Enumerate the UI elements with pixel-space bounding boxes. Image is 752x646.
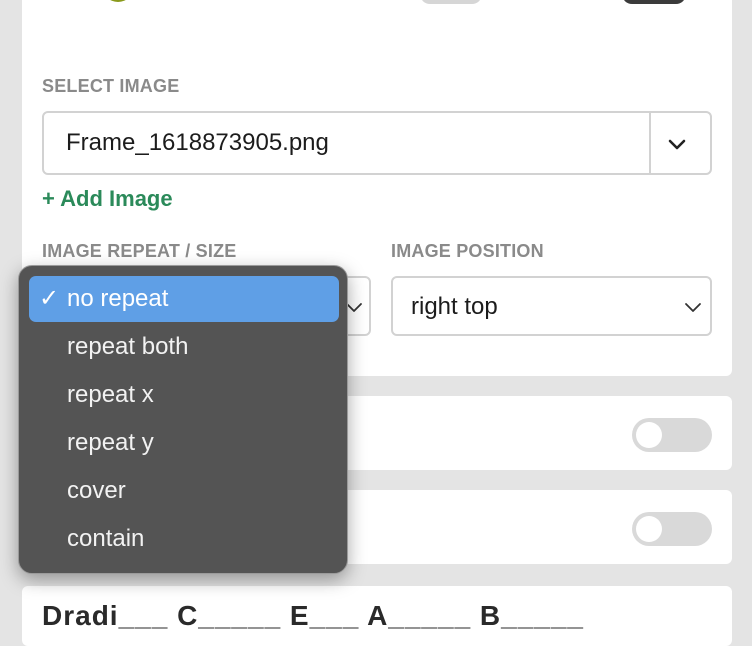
menu-item-label: repeat y	[67, 429, 154, 456]
image-select-value: Frame_1618873905.png	[66, 129, 329, 156]
chevron-down-icon	[685, 303, 701, 312]
image-position-label: IMAGE POSITION	[391, 241, 544, 261]
menu-item-label: repeat both	[67, 333, 189, 360]
image-select[interactable]: Frame_1618873905.png	[42, 111, 712, 175]
chevron-down-icon[interactable]	[666, 133, 688, 155]
menu-item-no-repeat[interactable]: ✓ no repeat	[29, 276, 339, 322]
select-divider	[649, 113, 651, 173]
setting-row-title: Dradi___ C_____ E___ A_____ B_____	[42, 600, 585, 631]
select-image-label: SELECT IMAGE	[42, 76, 180, 96]
menu-item-label: repeat x	[67, 381, 154, 408]
menu-item-label: no repeat	[67, 285, 169, 312]
menu-item-contain[interactable]: contain	[29, 516, 339, 562]
menu-item-repeat-both[interactable]: repeat both	[29, 324, 339, 370]
add-image-link[interactable]: + Add Image	[42, 186, 173, 212]
menu-item-label: cover	[67, 477, 126, 504]
image-repeat-dropdown-menu: ✓ no repeat repeat both repeat x repeat …	[18, 265, 348, 574]
image-position-select[interactable]: right top	[391, 276, 712, 336]
checkmark-icon: ✓	[39, 285, 60, 312]
menu-item-cover[interactable]: cover	[29, 468, 339, 514]
toggle-knob	[636, 422, 662, 448]
menu-item-label: contain	[67, 525, 145, 552]
top-toggle-switch[interactable]	[420, 0, 482, 4]
toggle-knob	[636, 516, 662, 542]
menu-item-repeat-y[interactable]: repeat y	[29, 420, 339, 466]
top-dark-button[interactable]	[622, 0, 686, 4]
image-repeat-label: IMAGE REPEAT / SIZE	[42, 241, 237, 261]
setting-toggle[interactable]	[632, 512, 712, 546]
setting-toggle[interactable]	[632, 418, 712, 452]
setting-row: Dradi___ C_____ E___ A_____ B_____	[22, 586, 732, 646]
image-position-value: right top	[411, 293, 498, 320]
menu-item-repeat-x[interactable]: repeat x	[29, 372, 339, 418]
color-swatch[interactable]	[102, 0, 134, 2]
